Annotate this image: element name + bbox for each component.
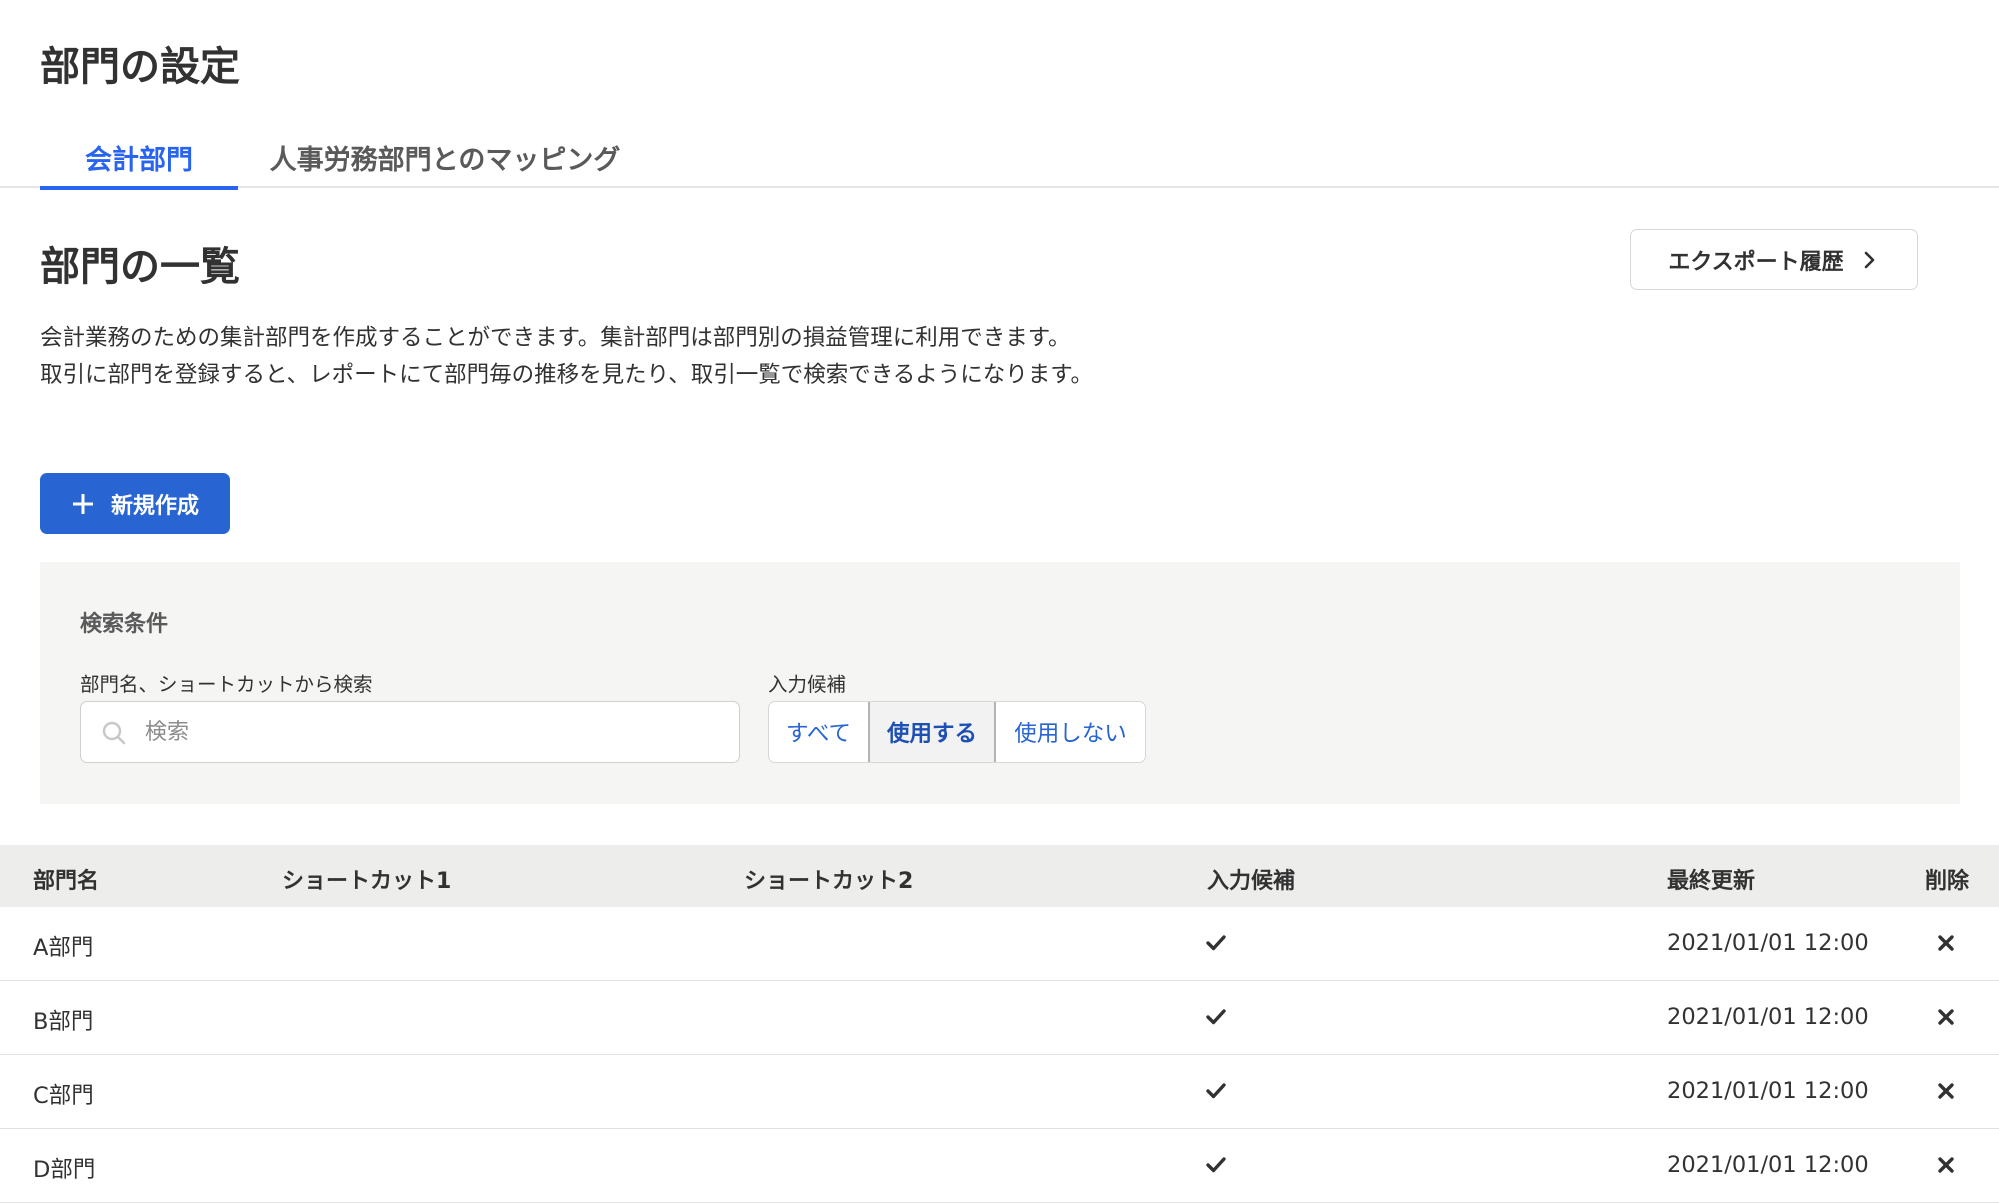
updated-at: 2021/01/01 12:00 bbox=[1667, 1004, 1869, 1030]
column-header-candidate[interactable]: 入力候補 bbox=[1207, 863, 1295, 895]
search-icon bbox=[102, 721, 126, 745]
candidate-filter-all[interactable]: すべて bbox=[769, 702, 868, 762]
close-icon[interactable] bbox=[1936, 1155, 1956, 1175]
close-icon[interactable] bbox=[1936, 933, 1956, 953]
section-title: 部門の一覧 bbox=[40, 244, 240, 290]
export-history-button[interactable]: エクスポート履歴 bbox=[1630, 229, 1918, 290]
close-icon[interactable] bbox=[1936, 1081, 1956, 1101]
column-header-name[interactable]: 部門名 bbox=[33, 863, 99, 895]
department-name[interactable]: A部門 bbox=[33, 930, 93, 962]
search-field bbox=[80, 701, 740, 763]
check-icon bbox=[1206, 1083, 1226, 1099]
department-name[interactable]: C部門 bbox=[33, 1078, 94, 1110]
close-icon[interactable] bbox=[1936, 1007, 1956, 1027]
search-field-label: 部門名、ショートカットから検索 bbox=[80, 673, 373, 696]
plus-icon bbox=[72, 493, 93, 514]
column-header-delete: 削除 bbox=[1925, 869, 1970, 894]
chevron-right-icon bbox=[1864, 251, 1874, 268]
page-title: 部門の設定 bbox=[40, 44, 240, 90]
updated-at: 2021/01/01 12:00 bbox=[1667, 930, 1869, 956]
department-name[interactable]: B部門 bbox=[33, 1004, 93, 1036]
table-header: 部門名 ショートカット1 ショートカット2 入力候補 最終更新 削除 bbox=[0, 845, 1999, 907]
updated-at: 2021/01/01 12:00 bbox=[1667, 1152, 1869, 1178]
department-settings-page: 部門の設定 会計部門 人事労務部門とのマッピング 部門の一覧 エクスポート履歴 … bbox=[0, 0, 1999, 1203]
search-conditions-panel: 検索条件 部門名、ショートカットから検索 入力候補 すべて 使用する 使用しない bbox=[40, 562, 1960, 804]
create-department-label: 新規作成 bbox=[110, 493, 199, 519]
column-header-updated[interactable]: 最終更新 bbox=[1667, 863, 1755, 895]
column-header-shortcut2[interactable]: ショートカット2 bbox=[744, 863, 913, 895]
tab-accounting-departments[interactable]: 会計部門 bbox=[40, 138, 238, 190]
check-icon bbox=[1206, 1009, 1226, 1025]
column-header-shortcut1[interactable]: ショートカット1 bbox=[282, 863, 451, 895]
description-line-1: 会計業務のための集計部門を作成することができます。集計部門は部門別の損益管理に利… bbox=[40, 325, 1071, 351]
table-row[interactable]: D部門 2021/01/01 12:00 bbox=[0, 1129, 1999, 1203]
search-panel-title: 検索条件 bbox=[80, 612, 169, 637]
create-department-button[interactable]: 新規作成 bbox=[40, 473, 230, 534]
candidate-filter-use[interactable]: 使用する bbox=[868, 702, 996, 762]
table-row[interactable]: A部門 2021/01/01 12:00 bbox=[0, 907, 1999, 981]
updated-at: 2021/01/01 12:00 bbox=[1667, 1078, 1869, 1104]
table-row[interactable]: B部門 2021/01/01 12:00 bbox=[0, 981, 1999, 1055]
check-icon bbox=[1206, 1157, 1226, 1173]
candidate-filter-label: 入力候補 bbox=[768, 673, 847, 696]
table-row[interactable]: C部門 2021/01/01 12:00 bbox=[0, 1055, 1999, 1129]
departments-table: 部門名 ショートカット1 ショートカット2 入力候補 最終更新 削除 A部門 2… bbox=[0, 845, 1999, 1203]
tab-bar: 会計部門 人事労務部門とのマッピング bbox=[0, 130, 1999, 190]
check-icon bbox=[1206, 935, 1226, 951]
candidate-filter-not-use[interactable]: 使用しない bbox=[996, 702, 1145, 762]
search-input[interactable] bbox=[145, 702, 725, 762]
department-name[interactable]: D部門 bbox=[33, 1152, 95, 1184]
section-description: 会計業務のための集計部門を作成することができます。集計部門は部門別の損益管理に利… bbox=[40, 320, 1093, 394]
tab-hr-department-mapping[interactable]: 人事労務部門とのマッピング bbox=[260, 138, 630, 188]
export-history-label: エクスポート履歴 bbox=[1668, 249, 1844, 275]
description-line-2: 取引に部門を登録すると、レポートにて部門毎の推移を見たり、取引一覧で検索できるよ… bbox=[40, 362, 1094, 388]
candidate-filter-segmented-control: すべて 使用する 使用しない bbox=[768, 701, 1146, 763]
